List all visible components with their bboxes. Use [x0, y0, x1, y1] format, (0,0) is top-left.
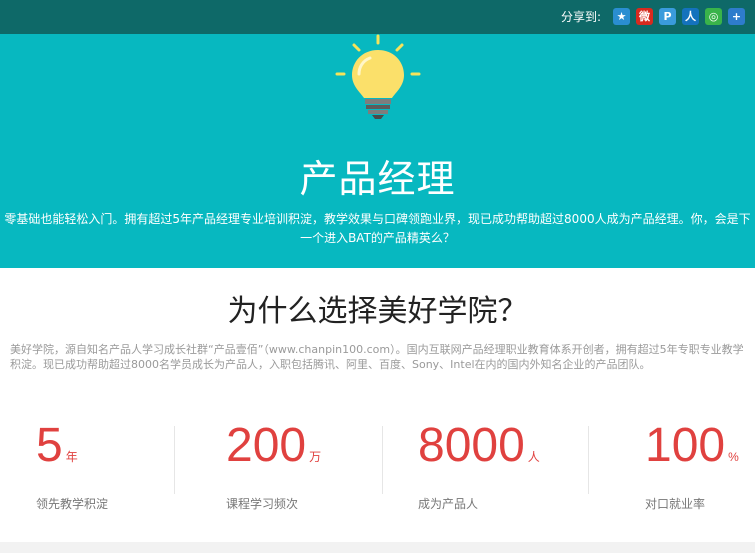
stat-label: 对口就业率	[645, 497, 706, 511]
why-title: 为什么选择美好学院？	[227, 294, 528, 329]
stat-label: 领先教学积淀	[36, 497, 109, 511]
hero-banner: 产品经理 零基础也能轻松入门。拥有超过5年产品经理专业培训积淀，教学效果与口碑领…	[0, 34, 755, 268]
stat-divider	[174, 426, 175, 494]
stat-label: 成为产品人	[418, 497, 479, 511]
stat-unit: 年	[65, 450, 78, 464]
stat-employment: 100% 对口就业率	[645, 418, 739, 511]
more-share-icon[interactable]: +	[728, 8, 745, 25]
hero-description: 零基础也能轻松入门。拥有超过5年产品经理专业培训积淀，教学效果与口碑领跑业界，现…	[4, 212, 751, 245]
top-bar: 分享到: ★ 微 P 人 ◎ +	[0, 0, 755, 34]
stat-unit: %	[728, 450, 739, 464]
stat-years: 5年 领先教学积淀	[36, 418, 108, 511]
share-label: 分享到:	[560, 10, 601, 24]
weibo-icon[interactable]: 微	[636, 8, 653, 25]
stat-divider	[588, 426, 589, 494]
tencent-weibo-icon[interactable]: P	[659, 8, 676, 25]
stat-number: 8000 人	[418, 419, 540, 472]
wechat-icon[interactable]: ◎	[705, 8, 722, 25]
why-description: 美好学院，源自知名产品人学习成长社群“产品壹佰”（www.chanpin100.…	[10, 343, 744, 371]
stat-number: 5年	[36, 419, 78, 472]
share-bar: 分享到: ★ 微 P 人 ◎ +	[561, 8, 745, 25]
stat-unit: 人	[527, 450, 540, 464]
stats-row: 5年 领先教学积淀 200 万 课程学习频次 8000 人 成为产品人 100% 对…	[0, 418, 755, 511]
stat-people: 8000 人 成为产品人	[418, 418, 540, 511]
stat-divider	[382, 426, 383, 494]
footer-strip	[0, 542, 755, 553]
lightbulb-icon	[335, 34, 421, 119]
stat-number: 100%	[645, 419, 739, 472]
renren-icon[interactable]: 人	[682, 8, 699, 25]
qzone-icon[interactable]: ★	[613, 8, 630, 25]
hero-title: 产品经理	[299, 157, 456, 201]
stat-unit: 万	[309, 450, 322, 464]
stat-number: 200 万	[226, 419, 322, 472]
stat-frequency: 200 万 课程学习频次	[226, 418, 322, 511]
stat-label: 课程学习频次	[226, 497, 299, 511]
